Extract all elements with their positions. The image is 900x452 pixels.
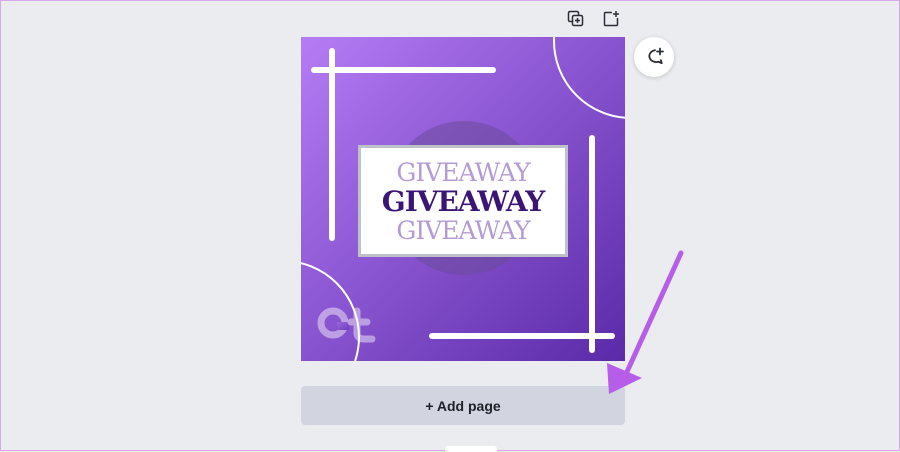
giveaway-line-top: GIVEAWAY [396, 157, 530, 187]
add-page-button[interactable]: + Add page [301, 386, 625, 425]
design-page[interactable]: GIVEAWAY GIVEAWAY GIVEAWAY [301, 37, 625, 361]
giveaway-text-box[interactable]: GIVEAWAY GIVEAWAY GIVEAWAY [358, 145, 568, 257]
add-comment-button[interactable] [634, 37, 674, 77]
giveaway-line-bottom: GIVEAWAY [396, 215, 530, 245]
duplicate-page-button[interactable] [565, 8, 587, 30]
add-page-top-button[interactable] [600, 8, 622, 30]
add-comment-icon [648, 47, 664, 65]
giveaway-line-middle: GIVEAWAY [381, 184, 545, 218]
add-page-icon [603, 11, 619, 27]
add-page-label: + Add page [425, 397, 501, 414]
page-thumbnail-edge [445, 446, 497, 452]
duplicate-page-icon [567, 10, 584, 27]
